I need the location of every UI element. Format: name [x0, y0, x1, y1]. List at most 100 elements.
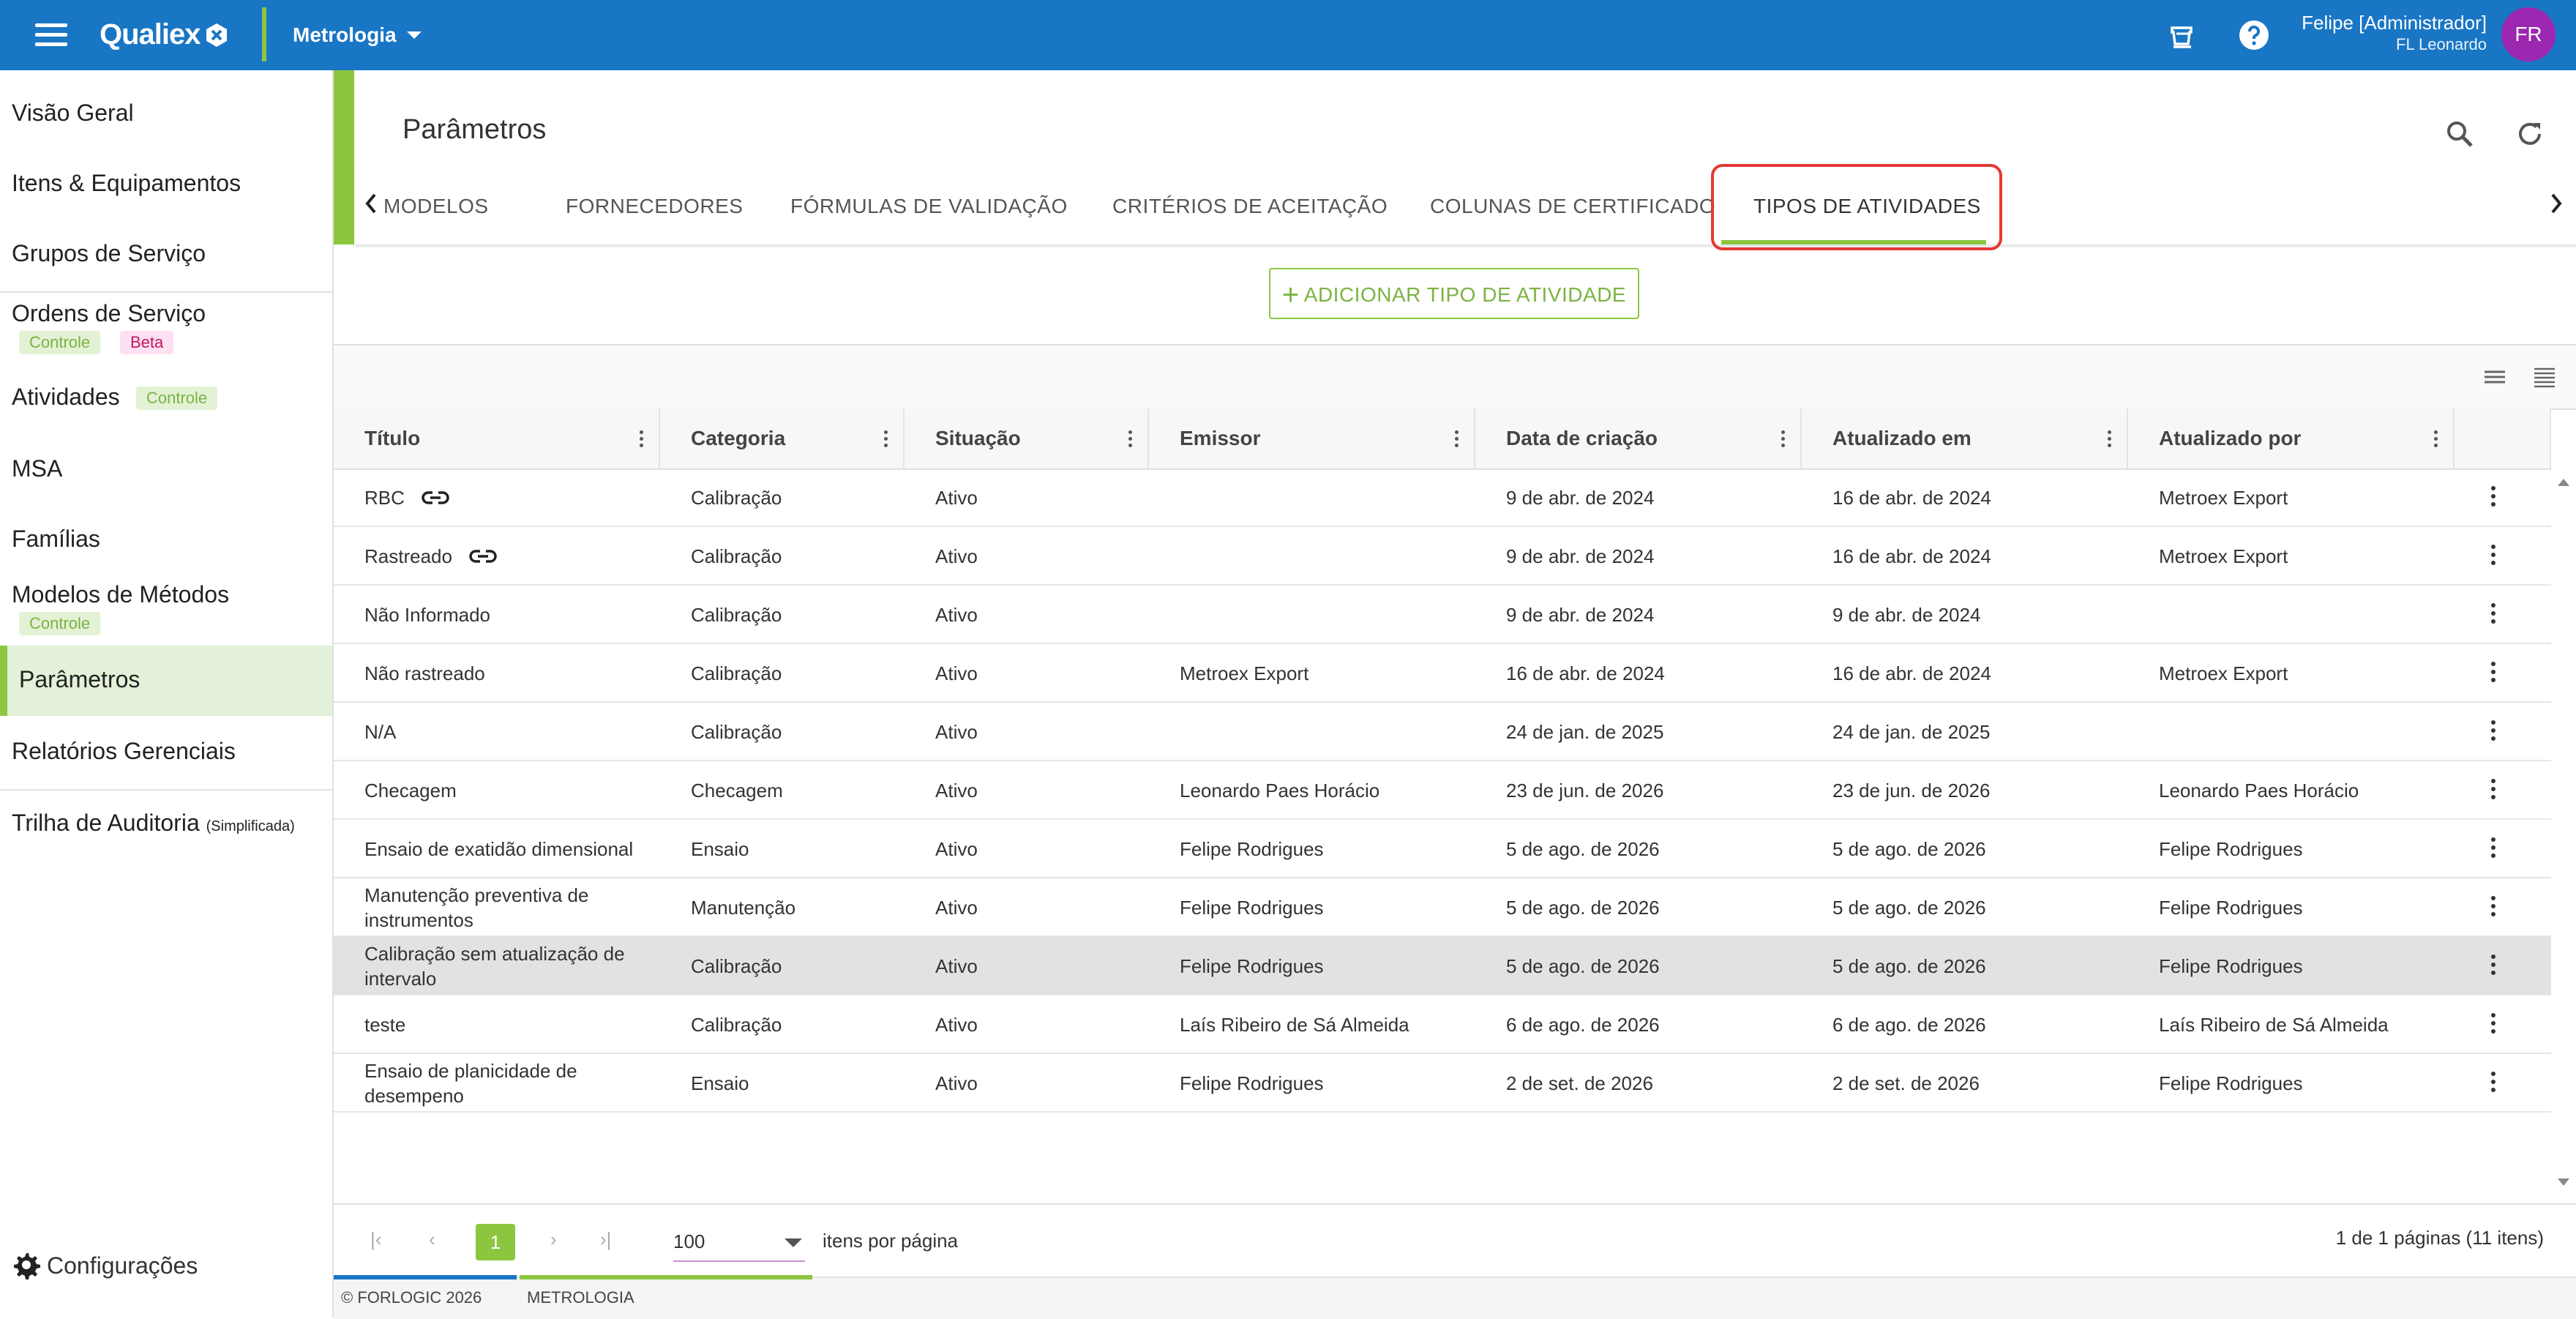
scroll-down-icon[interactable] [2551, 1176, 2576, 1190]
page-size-select[interactable]: 100 [673, 1222, 805, 1262]
column-header-situacao[interactable]: Situação [905, 408, 1149, 468]
sidebar-item-visao-geral[interactable]: Visão Geral [0, 100, 332, 136]
column-menu-icon[interactable] [640, 430, 644, 448]
sidebar-item-familias[interactable]: Famílias [0, 526, 332, 562]
table-row[interactable]: Rastreado Calibração Ativo 9 de abr. de 202… [334, 527, 2551, 586]
sidebar-item-atividades[interactable]: Atividades Controle [0, 384, 332, 420]
cell-categoria: Ensaio [691, 820, 910, 878]
row-menu-icon[interactable] [2491, 1072, 2497, 1096]
cell-emissor [1180, 468, 1487, 527]
row-menu-icon[interactable] [2491, 720, 2497, 744]
column-menu-icon[interactable] [1128, 430, 1133, 448]
chevron-left-icon[interactable] [354, 162, 386, 243]
density-compact-icon[interactable] [2482, 366, 2507, 388]
table-row[interactable]: N/A Calibração Ativo 24 de jan. de 2025 24 d… [334, 703, 2551, 761]
row-menu-icon[interactable] [2491, 954, 2497, 979]
column-menu-icon[interactable] [1455, 430, 1459, 448]
cell-text: Felipe Rodrigues [2159, 838, 2303, 860]
link-icon[interactable] [419, 487, 452, 509]
brand-logo[interactable]: Qualiex [100, 16, 230, 53]
cell-titulo: N/A [364, 703, 643, 761]
sidebar-item-relatorios[interactable]: Relatórios Gerenciais [0, 738, 332, 774]
sidebar-item-modelos-metodos[interactable]: Modelos de Métodos Controle [0, 581, 332, 647]
table-row[interactable]: teste Calibração Ativo Laís Ribeiro de Sá A… [334, 995, 2551, 1054]
page-size-value: 100 [673, 1230, 705, 1252]
row-menu-icon[interactable] [2491, 486, 2497, 510]
table-row[interactable]: Ensaio de exatidão dimensional Ensaio Ativ… [334, 820, 2551, 878]
table-row[interactable]: Checagem Checagem Ativo Leonardo Paes Horác… [334, 761, 2551, 820]
sidebar-item-grupos-servico[interactable]: Grupos de Serviço [0, 240, 332, 277]
footer-copyright: © FORLOGIC 2026 [341, 1288, 482, 1307]
cell-text: Ativo [935, 487, 978, 509]
cell-text: Felipe Rodrigues [1180, 955, 1324, 977]
chevron-right-icon[interactable] [2525, 162, 2576, 243]
column-header-categoria[interactable]: Categoria [660, 408, 905, 468]
refresh-icon[interactable] [2513, 117, 2547, 151]
user-info[interactable]: Felipe [Administrador] FL Leonardo [2302, 12, 2487, 56]
table-row[interactable]: Manutenção preventiva de instrumentos Man… [334, 878, 2551, 937]
column-menu-icon[interactable] [2108, 430, 2112, 448]
sidebar-item-itens-equipamentos[interactable]: Itens & Equipamentos [0, 170, 332, 206]
tab-colunas-certificado[interactable]: COLUNAS DE CERTIFICADO [1430, 195, 1715, 218]
column-header-titulo[interactable]: Título [334, 408, 660, 468]
table-row[interactable]: Não rastreado Calibração Ativo Metroex Expo… [334, 644, 2551, 703]
column-header-emissor[interactable]: Emissor [1149, 408, 1475, 468]
sidebar-divider [0, 789, 332, 791]
add-activity-type-button[interactable]: + ADICIONAR TIPO DE ATIVIDADE [1269, 268, 1639, 319]
first-page-icon[interactable]: |‹ [370, 1228, 381, 1251]
vertical-scrollbar[interactable] [2551, 468, 2576, 1193]
tab-fornecedores[interactable]: FORNECEDORES [566, 195, 743, 218]
row-menu-icon[interactable] [2491, 545, 2497, 569]
row-menu-icon[interactable] [2491, 603, 2497, 627]
column-menu-icon[interactable] [1781, 430, 1786, 448]
next-page-icon[interactable]: › [550, 1228, 557, 1251]
search-icon[interactable] [2443, 117, 2476, 151]
module-selector[interactable]: Metrologia [293, 20, 422, 50]
table-row[interactable]: Ensaio de planicidade de desempeno Ensaio… [334, 1054, 2551, 1113]
last-page-icon[interactable]: ›| [600, 1228, 611, 1251]
sidebar-item-parametros[interactable]: Parâmetros [0, 646, 332, 716]
table-row[interactable]: Calibração sem atualização de intervalo C… [334, 937, 2551, 995]
settings-link[interactable]: Configurações [12, 1250, 198, 1279]
avatar[interactable]: FR [2501, 7, 2556, 61]
sidebar-item-label: Trilha de Auditoria [12, 810, 200, 836]
cell-por: Metroex Export [2159, 527, 2452, 586]
cell-text: Ativo [935, 780, 978, 802]
cell-titulo: Ensaio de planicidade de desempeno [364, 1054, 643, 1113]
column-header-atualizado-por[interactable]: Atualizado por [2128, 408, 2455, 468]
row-menu-icon[interactable] [2491, 837, 2497, 862]
row-menu-icon[interactable] [2491, 896, 2497, 920]
scroll-up-icon[interactable] [2551, 474, 2576, 489]
cell-por: Felipe Rodrigues [2159, 937, 2452, 995]
row-menu-icon[interactable] [2491, 1013, 2497, 1037]
tab-modelos[interactable]: MODELOS [383, 195, 489, 218]
help-icon[interactable] [2238, 19, 2270, 51]
cell-text: Checagem [691, 780, 783, 802]
table-row[interactable]: RBC Calibração Ativo 9 de abr. de 2024 16 de… [334, 468, 2551, 527]
sidebar-item-ordens-servico[interactable]: Ordens de Serviço Controle Beta [0, 300, 332, 366]
column-menu-icon[interactable] [884, 430, 888, 448]
cell-categoria: Ensaio [691, 1054, 910, 1113]
column-menu-icon[interactable] [2434, 430, 2438, 448]
tab-criterios-aceitacao[interactable]: CRITÉRIOS DE ACEITAÇÃO [1112, 195, 1388, 218]
badge-controle: Controle [19, 331, 101, 354]
row-menu-icon[interactable] [2491, 662, 2497, 686]
menu-icon[interactable] [35, 23, 67, 47]
cell-situacao: Ativo [935, 468, 1155, 527]
density-expanded-icon[interactable] [2532, 366, 2557, 388]
prev-page-icon[interactable]: ‹ [429, 1228, 435, 1251]
column-header-atualizado-em[interactable]: Atualizado em [1802, 408, 2128, 468]
cell-atualizado: 6 de ago. de 2026 [1832, 995, 2140, 1054]
cell-por [2159, 703, 2452, 761]
sidebar-item-msa[interactable]: MSA [0, 455, 332, 492]
link-icon[interactable] [467, 545, 499, 567]
tab-formulas-validacao[interactable]: FÓRMULAS DE VALIDAÇÃO [790, 195, 1068, 218]
row-menu-icon[interactable] [2491, 779, 2497, 803]
table-row[interactable]: Não Informado Calibração Ativo 9 de abr. de… [334, 586, 2551, 644]
sidebar-item-trilha-auditoria[interactable]: Trilha de Auditoria (Simplificada) [0, 810, 332, 846]
cell-situacao: Ativo [935, 820, 1155, 878]
cell-text: 9 de abr. de 2024 [1506, 545, 1655, 567]
column-header-data-criacao[interactable]: Data de criação [1475, 408, 1802, 468]
current-page[interactable]: 1 [476, 1224, 515, 1260]
coffee-cup-icon[interactable] [2166, 19, 2198, 51]
